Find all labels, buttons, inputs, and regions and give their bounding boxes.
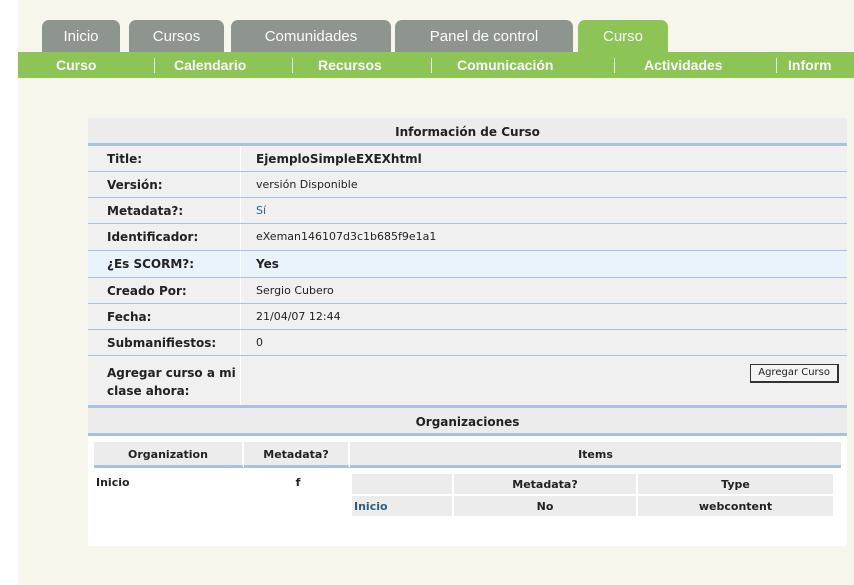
subnav-comunicacion[interactable]: Comunicación bbox=[457, 52, 553, 78]
subnav-calendario[interactable]: Calendario bbox=[174, 52, 246, 78]
organization-row: Inicio f Metadata? Type Inicio No webcon… bbox=[94, 468, 843, 518]
item-metadata: No bbox=[454, 496, 636, 516]
info-row-title: Title: EjemploSimpleEXEXhtml bbox=[88, 146, 847, 172]
organization-name: Inicio bbox=[96, 476, 130, 489]
subnav-divider bbox=[292, 58, 293, 73]
col-organization: Organization bbox=[94, 442, 244, 468]
tab-inicio[interactable]: Inicio bbox=[42, 20, 120, 54]
col-items: Items bbox=[350, 442, 841, 468]
tab-curso[interactable]: Curso bbox=[578, 20, 668, 54]
tab-comunidades[interactable]: Comunidades bbox=[231, 20, 391, 54]
subnav-divider bbox=[154, 58, 155, 73]
items-col-metadata: Metadata? bbox=[454, 474, 636, 494]
info-value-version: versión Disponible bbox=[256, 178, 358, 191]
info-key: Submanifiestos: bbox=[88, 330, 241, 355]
subnav-divider bbox=[614, 58, 615, 73]
info-value-title: EjemploSimpleEXEXhtml bbox=[256, 152, 422, 166]
info-value-agregar: Agregar Curso bbox=[241, 356, 847, 405]
items-col-name bbox=[352, 474, 452, 494]
info-row-submanifiestos: Submanifiestos: 0 bbox=[88, 330, 847, 356]
info-key: Versión: bbox=[88, 172, 241, 197]
info-key: Creado Por: bbox=[88, 278, 241, 303]
items-col-type: Type bbox=[638, 474, 833, 494]
sub-navigation: Curso Calendario Recursos Comunicación A… bbox=[18, 52, 854, 78]
tab-panel-de-control[interactable]: Panel de control bbox=[395, 20, 573, 54]
agregar-curso-button[interactable]: Agregar Curso bbox=[750, 364, 839, 383]
items-cell: Metadata? Type Inicio No webcontent bbox=[352, 468, 841, 518]
subnav-informes[interactable]: Inform bbox=[788, 52, 832, 78]
info-key: Agregar curso a mi clase ahora: bbox=[88, 356, 241, 405]
info-value-metadata[interactable]: Sí bbox=[241, 198, 847, 223]
left-gutter bbox=[0, 0, 18, 585]
items-table: Metadata? Type Inicio No webcontent bbox=[352, 474, 841, 518]
info-value-submanifiestos: 0 bbox=[256, 336, 263, 349]
subnav-divider bbox=[431, 58, 432, 73]
organization-metadata: f bbox=[295, 476, 301, 489]
subnav-curso[interactable]: Curso bbox=[56, 52, 96, 78]
item-row: Inicio No webcontent bbox=[352, 496, 841, 518]
info-row-creado-por: Creado Por: Sergio Cubero bbox=[88, 278, 847, 304]
organizations-table: Organization Metadata? Items Inicio f Me… bbox=[88, 436, 847, 546]
info-key: Identificador: bbox=[88, 224, 241, 250]
info-value-fecha: 21/04/07 12:44 bbox=[256, 310, 341, 323]
info-value-identificador: eXeman146107d3c1b685f9e1a1 bbox=[256, 230, 437, 243]
info-key: Title: bbox=[88, 146, 241, 171]
organizations-header-row: Organization Metadata? Items bbox=[94, 442, 843, 468]
info-row-fecha: Fecha: 21/04/07 12:44 bbox=[88, 304, 847, 330]
course-info-panel: Información de Curso Title: EjemploSimpl… bbox=[88, 118, 847, 546]
item-type: webcontent bbox=[638, 496, 833, 516]
course-info-heading: Información de Curso bbox=[88, 118, 847, 146]
items-header-row: Metadata? Type bbox=[352, 474, 841, 496]
info-key: Metadata?: bbox=[88, 198, 241, 223]
col-metadata: Metadata? bbox=[244, 442, 350, 468]
info-row-metadata: Metadata?: Sí bbox=[88, 198, 847, 224]
subnav-actividades[interactable]: Actividades bbox=[644, 52, 723, 78]
info-key: Fecha: bbox=[88, 304, 241, 329]
info-row-agregar: Agregar curso a mi clase ahora: Agregar … bbox=[88, 356, 847, 405]
info-value-creado-por: Sergio Cubero bbox=[256, 284, 334, 297]
info-row-identificador: Identificador: eXeman146107d3c1b685f9e1a… bbox=[88, 224, 847, 251]
info-value-scorm: Yes bbox=[256, 257, 279, 271]
tab-cursos[interactable]: Cursos bbox=[129, 20, 224, 54]
info-key: ¿Es SCORM?: bbox=[88, 251, 241, 277]
subnav-recursos[interactable]: Recursos bbox=[318, 52, 382, 78]
organizations-heading: Organizaciones bbox=[88, 405, 847, 436]
subnav-divider bbox=[776, 58, 777, 73]
info-row-scorm: ¿Es SCORM?: Yes bbox=[88, 251, 847, 278]
info-row-version: Versión: versión Disponible bbox=[88, 172, 847, 198]
item-name-link[interactable]: Inicio bbox=[352, 496, 452, 516]
